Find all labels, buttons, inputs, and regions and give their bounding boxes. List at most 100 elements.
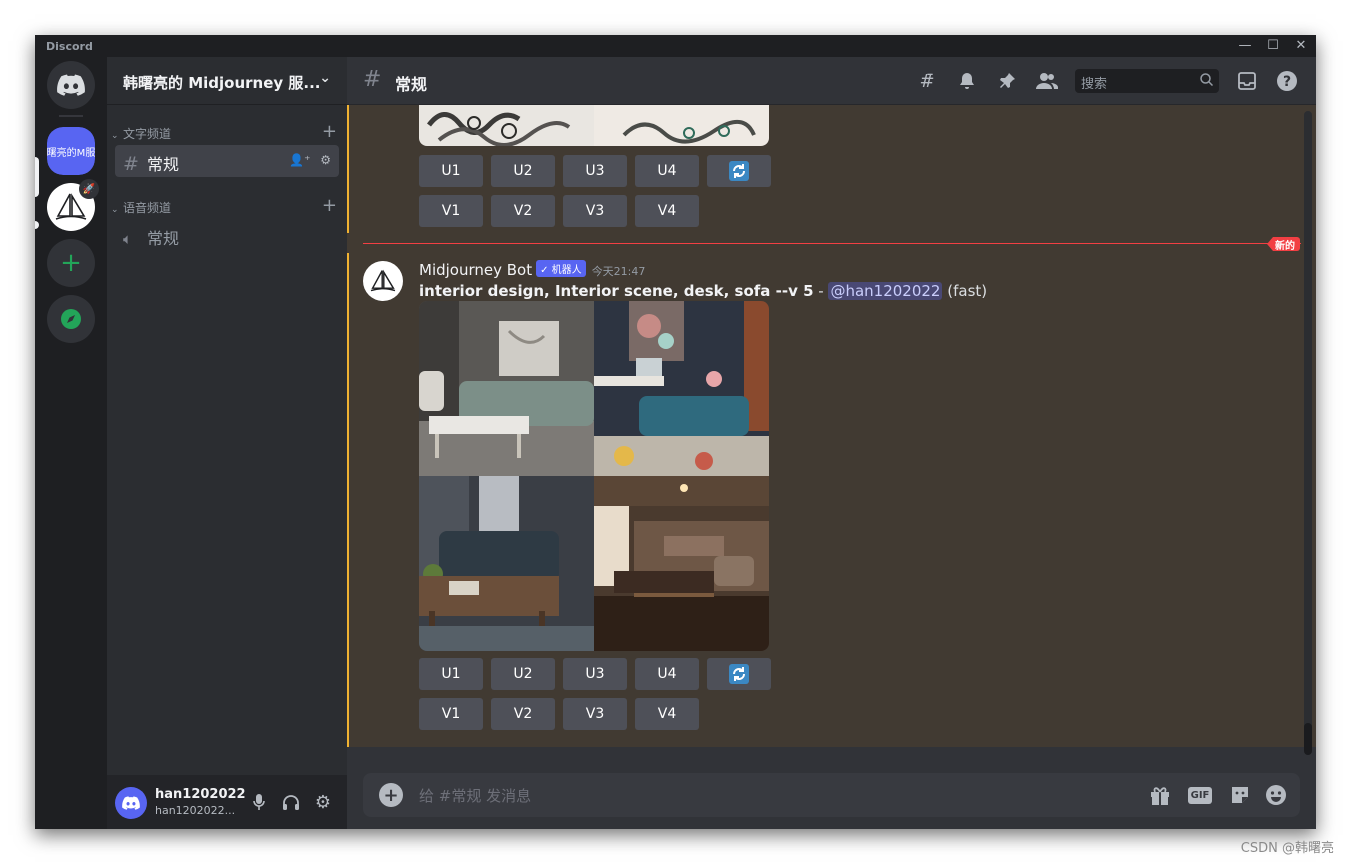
explore-servers-button[interactable] — [47, 295, 95, 343]
upscale-button-3[interactable]: U3 — [563, 155, 627, 187]
server-icon-midjourney-han[interactable]: 韩曙亮的M服务 — [47, 127, 95, 175]
server-name-header[interactable]: 韩曙亮的 Midjourney 服... ⌄ — [107, 57, 347, 105]
upscale-button-4[interactable]: U4 — [635, 155, 699, 187]
channel-actions: 👤⁺ ⚙ — [289, 153, 331, 167]
reroll-icon — [729, 664, 749, 684]
speed-label: (fast) — [942, 282, 988, 300]
attach-plus-icon[interactable]: + — [379, 783, 403, 807]
inbox-icon[interactable] — [1235, 69, 1259, 93]
reroll-button[interactable] — [707, 658, 771, 690]
new-messages-divider — [363, 243, 1301, 244]
upscale-button-4[interactable]: U4 — [635, 658, 699, 690]
user-tag: han1202022... — [155, 804, 236, 817]
members-icon[interactable] — [1035, 69, 1059, 93]
search-input[interactable]: 搜索 — [1075, 69, 1219, 93]
close-icon[interactable]: ✕ — [1287, 35, 1315, 57]
main-panel: # 常规 #̄ 搜索 ? U1 U2 U3 U4 V1 V2 V3 V4 新的 … — [347, 57, 1316, 829]
maximize-icon[interactable]: ☐ — [1259, 35, 1287, 57]
add-server-button[interactable]: + — [47, 239, 95, 287]
message-composer[interactable]: + 给 #常规 发消息 GIF — [363, 773, 1300, 817]
bell-icon[interactable] — [955, 69, 979, 93]
create-channel-icon[interactable]: + — [322, 195, 337, 216]
gif-icon[interactable]: GIF — [1187, 783, 1213, 807]
username: han1202022 — [155, 787, 246, 802]
discord-logo-icon — [57, 74, 85, 96]
generated-image-4 — [594, 476, 769, 651]
threads-icon[interactable]: #̄ — [915, 69, 939, 93]
pin-icon[interactable] — [995, 69, 1019, 93]
user-panel: han1202022 han1202022... ⚙ — [107, 775, 347, 829]
user-settings-gear-icon[interactable]: ⚙ — [311, 790, 335, 814]
server-name: 韩曙亮的 Midjourney 服... — [123, 74, 321, 92]
variation-button-4[interactable]: V4 — [635, 698, 699, 730]
message-list: U1 U2 U3 U4 V1 V2 V3 V4 新的 Midjourney Bo… — [347, 105, 1316, 747]
upscale-button-1[interactable]: U1 — [419, 155, 483, 187]
variation-button-1[interactable]: V1 — [419, 195, 483, 227]
bot-avatar[interactable] — [363, 261, 403, 301]
variation-button-2[interactable]: V2 — [491, 195, 555, 227]
caret-down-icon: ⌄ — [111, 131, 119, 141]
variation-button-1[interactable]: V1 — [419, 698, 483, 730]
microphone-icon[interactable] — [247, 790, 271, 814]
text-channels-category[interactable]: ⌄ 文字频道 + — [111, 121, 341, 143]
channel-title: 常规 — [395, 75, 428, 94]
home-button[interactable] — [47, 61, 95, 109]
speaker-icon: 🔈︎ — [123, 230, 133, 248]
upscale-button-1[interactable]: U1 — [419, 658, 483, 690]
upscale-button-3[interactable]: U3 — [563, 658, 627, 690]
help-icon[interactable]: ? — [1275, 69, 1299, 93]
voice-channel-item-general[interactable]: 🔈︎ 常规 — [115, 219, 339, 251]
gear-icon[interactable]: ⚙ — [320, 153, 331, 167]
timestamp: 今天21:47 — [591, 265, 646, 278]
channel-header: # 常规 #̄ 搜索 ? — [347, 57, 1316, 105]
headphones-icon[interactable] — [279, 790, 303, 814]
server-icon-midjourney[interactable]: 🚀 — [47, 179, 99, 231]
voice-channels-category[interactable]: ⌄ 语音频道 + — [111, 195, 341, 217]
generated-image-grid[interactable] — [419, 301, 769, 651]
invite-icon[interactable]: 👤⁺ — [289, 153, 310, 167]
upscale-button-2[interactable]: U2 — [491, 658, 555, 690]
variation-button-4[interactable]: V4 — [635, 195, 699, 227]
gift-icon[interactable] — [1148, 783, 1172, 807]
highlight-bar — [347, 105, 349, 233]
caret-down-icon: ⌄ — [111, 205, 119, 215]
category-label: 语音频道 — [123, 201, 172, 215]
previous-image-grid[interactable] — [419, 105, 769, 146]
reroll-button[interactable] — [707, 155, 771, 187]
create-channel-icon[interactable]: + — [322, 121, 337, 142]
discord-window: Discord — ☐ ✕ 韩曙亮的M服务 🚀 + — [35, 35, 1316, 829]
variation-button-2[interactable]: V2 — [491, 698, 555, 730]
bot-badge: ✓ 机器人 — [536, 260, 586, 277]
avatar[interactable] — [115, 787, 147, 819]
search-icon — [1200, 73, 1214, 90]
scrollbar-thumb[interactable] — [1304, 723, 1312, 755]
category-label: 文字频道 — [123, 127, 172, 141]
minimize-icon[interactable]: — — [1231, 35, 1259, 57]
scrollbar-track[interactable] — [1304, 111, 1312, 743]
channel-label: 常规 — [147, 155, 180, 174]
variation-button-3[interactable]: V3 — [563, 698, 627, 730]
plus-icon: + — [60, 248, 82, 278]
highlight-bar — [347, 253, 349, 747]
svg-text:?: ? — [1283, 74, 1291, 90]
app-name: Discord — [46, 40, 93, 53]
message-input-placeholder[interactable]: 给 #常规 发消息 — [419, 785, 531, 806]
sticker-icon[interactable] — [1228, 783, 1252, 807]
emoji-icon[interactable] — [1264, 783, 1288, 807]
reroll-icon — [729, 161, 749, 181]
gif-label: GIF — [1187, 786, 1213, 804]
server-short-name: 韩曙亮的M服务 — [47, 127, 95, 175]
message-content: interior design, Interior scene, desk, s… — [419, 282, 987, 300]
channel-label: 常规 — [147, 229, 180, 248]
message-header: Midjourney Bot ✓ 机器人 今天21:47 — [419, 260, 645, 279]
user-mention[interactable]: @han1202022 — [828, 282, 943, 300]
title-bar: Discord — ☐ ✕ — [35, 35, 1316, 57]
variation-button-3[interactable]: V3 — [563, 195, 627, 227]
channel-item-general[interactable]: # 常规 👤⁺ ⚙ — [115, 145, 339, 177]
active-server-indicator — [35, 157, 39, 197]
upscale-button-2[interactable]: U2 — [491, 155, 555, 187]
octopus-image-left — [419, 105, 594, 146]
text-channel-icon: # — [123, 153, 139, 175]
author-name[interactable]: Midjourney Bot — [419, 261, 532, 279]
text-channel-icon: # — [363, 67, 382, 92]
